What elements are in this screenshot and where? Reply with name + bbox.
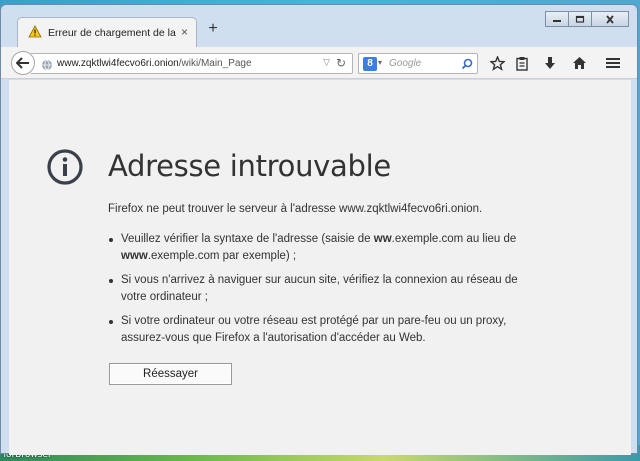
url-domain: www.zqktlwi4fecvo6ri.onion (57, 58, 179, 69)
close-window-button[interactable] (591, 11, 629, 27)
back-arrow-icon (16, 57, 29, 69)
info-icon (47, 149, 83, 190)
page-title: Adresse introuvable (108, 149, 391, 183)
search-engine-icon[interactable]: 8 (363, 57, 377, 71)
minimize-icon (553, 20, 561, 22)
warning-icon (28, 25, 42, 43)
globe-icon (41, 58, 53, 76)
search-bar[interactable]: 8 ▾ Google (358, 53, 478, 74)
navigation-toolbar: www.zqktlwi4fecvo6ri.onion/wiki/Main_Pag… (1, 47, 637, 79)
list-item: Si votre ordinateur ou votre réseau est … (108, 313, 538, 347)
clipboard-icon (516, 56, 528, 71)
restore-icon (575, 15, 585, 23)
bullet-bold-text: www (121, 250, 148, 262)
reading-list-button[interactable] (514, 55, 530, 71)
downloads-button[interactable] (542, 55, 558, 71)
tab-title: Erreur de chargement de la... (48, 27, 176, 39)
close-icon (606, 14, 614, 24)
bullet-text: Si votre ordinateur ou votre réseau est … (121, 315, 507, 344)
tab-error[interactable]: Erreur de chargement de la... × (17, 17, 197, 47)
suggestion-list: Veuillez vérifier la syntaxe de l'adress… (108, 231, 538, 354)
download-arrow-icon (545, 56, 555, 69)
hamburger-menu-icon (606, 58, 620, 68)
star-icon (489, 55, 505, 71)
url-text: www.zqktlwi4fecvo6ri.onion/wiki/Main_Pag… (57, 58, 252, 69)
reload-icon[interactable]: ↻ (336, 56, 346, 70)
bullet-text: Si vous n'arrivez à naviguer sur aucun s… (121, 274, 518, 303)
search-input[interactable]: Google (389, 58, 421, 69)
error-page: Adresse introuvable Firefox ne peut trou… (9, 80, 631, 455)
bullet-text: .exemple.com au lieu de (391, 233, 517, 245)
list-item: Si vous n'arrivez à naviguer sur aucun s… (108, 272, 538, 306)
restore-button[interactable] (568, 11, 592, 27)
bookmark-star-button[interactable] (489, 55, 505, 71)
tab-close-icon[interactable]: × (181, 25, 188, 39)
bullet-text: Veuillez vérifier la syntaxe de l'adress… (121, 233, 374, 245)
home-icon (572, 57, 586, 69)
search-engine-dropdown-icon[interactable]: ▾ (378, 58, 382, 67)
bullet-text: .exemple.com par exemple) ; (147, 250, 297, 262)
back-button[interactable] (11, 51, 35, 75)
url-history-dropdown-icon[interactable]: ▽ (323, 57, 330, 68)
home-button[interactable] (571, 55, 587, 71)
menu-button[interactable] (605, 55, 621, 71)
new-tab-button[interactable]: + (204, 20, 222, 38)
url-bar[interactable]: www.zqktlwi4fecvo6ri.onion/wiki/Main_Pag… (31, 53, 353, 74)
browser-window: Erreur de chargement de la... × + www.zq… (0, 4, 638, 455)
bullet-bold-text: ww (373, 233, 392, 245)
url-path: /wiki/Main_Page (178, 58, 252, 69)
retry-button[interactable]: Réessayer (109, 363, 232, 385)
list-item: Veuillez vérifier la syntaxe de l'adress… (108, 231, 538, 265)
window-controls (545, 11, 629, 27)
error-description: Firefox ne peut trouver le serveur à l'a… (108, 203, 483, 215)
minimize-button[interactable] (545, 11, 569, 27)
title-bar: Erreur de chargement de la... × + (1, 5, 637, 47)
search-icon[interactable] (461, 57, 473, 75)
